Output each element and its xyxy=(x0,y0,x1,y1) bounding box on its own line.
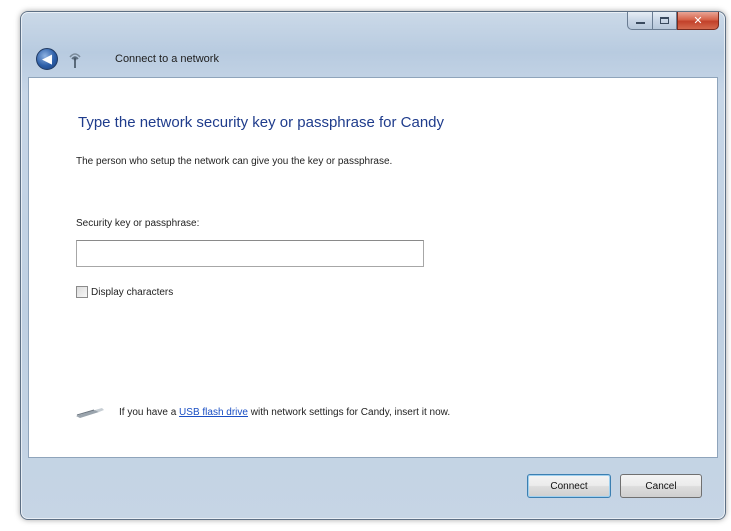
usb-flash-drive-link[interactable]: USB flash drive xyxy=(179,407,248,418)
maximize-button[interactable] xyxy=(652,12,677,30)
page-heading: Type the network security key or passphr… xyxy=(78,114,445,131)
display-characters-label[interactable]: Display characters xyxy=(91,287,173,298)
connect-button[interactable]: Connect xyxy=(527,474,611,498)
wireless-network-icon xyxy=(69,53,81,68)
display-characters-checkbox[interactable] xyxy=(76,286,88,298)
content-pane: Type the network security key or passphr… xyxy=(28,77,718,458)
window-title: Connect to a network xyxy=(115,53,219,65)
back-button[interactable]: ◀ xyxy=(36,48,58,70)
close-button[interactable]: ✕ xyxy=(677,12,719,30)
minimize-icon xyxy=(635,22,645,24)
caption-buttons: ✕ xyxy=(627,12,719,31)
instruction-text: The person who setup the network can giv… xyxy=(76,156,393,167)
security-key-input[interactable] xyxy=(76,240,424,267)
usb-drive-icon xyxy=(76,408,104,418)
usb-hint-suffix: with network settings for Candy, insert … xyxy=(247,406,451,418)
usb-hint-text: If you have a USB flash drive with netwo… xyxy=(119,407,450,418)
minimize-button[interactable] xyxy=(627,12,652,30)
security-key-label: Security key or passphrase: xyxy=(76,218,200,229)
usb-hint: If you have a USB flash drive with netwo… xyxy=(75,405,450,419)
display-characters-option[interactable]: Display characters xyxy=(76,286,173,298)
usb-hint-prefix: If you have a xyxy=(119,406,180,418)
close-icon: ✕ xyxy=(693,14,703,27)
cancel-button[interactable]: Cancel xyxy=(620,474,702,498)
screen: ✕ ◀ Connect to a network Type the networ… xyxy=(0,0,731,531)
maximize-icon xyxy=(660,17,669,24)
back-arrow-icon: ◀ xyxy=(42,51,52,67)
